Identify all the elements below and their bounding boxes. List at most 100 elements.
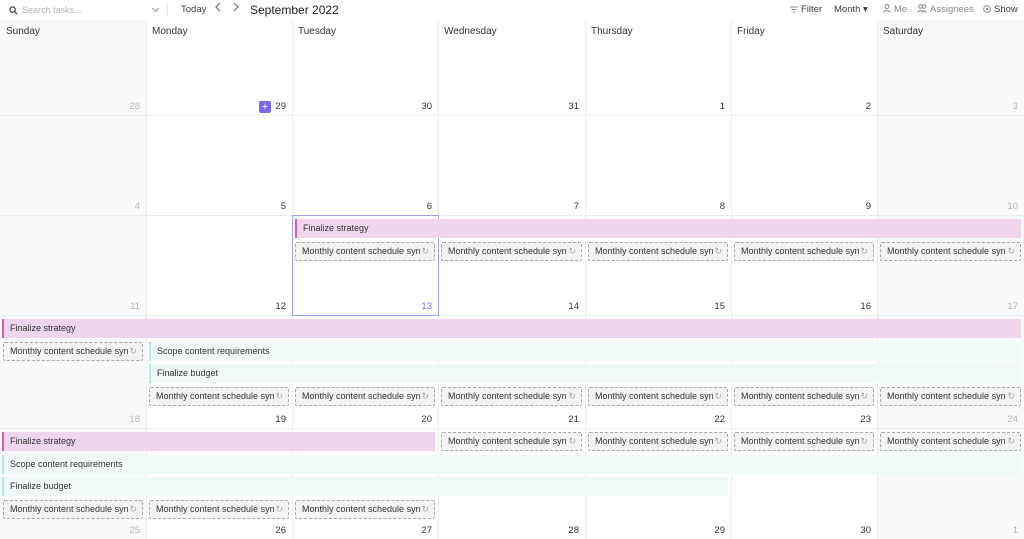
day-cell[interactable] — [731, 115, 877, 215]
day-number: 31 — [568, 101, 579, 112]
task-bar-finalize-strategy[interactable]: Finalize strategy — [2, 319, 1021, 338]
day-number: 30 — [421, 101, 432, 112]
recurring-sync-icon: ↻ — [275, 504, 283, 514]
recurring-sync-icon: ↻ — [421, 246, 429, 256]
recurring-task-chip[interactable]: Monthly content schedule sync ↻ — [880, 387, 1021, 406]
user-icon — [883, 4, 891, 15]
day-number: 13 — [421, 301, 432, 312]
day-cell[interactable] — [877, 115, 1024, 215]
day-number: 27 — [421, 525, 432, 536]
search-input[interactable] — [22, 5, 142, 15]
search-box[interactable] — [8, 3, 160, 17]
show-label: Show — [994, 4, 1018, 15]
task-bar-finalize-strategy[interactable]: Finalize strategy — [295, 219, 1021, 238]
task-name: Monthly content schedule sync — [887, 391, 1005, 401]
recurring-task-chip[interactable]: Monthly content schedule sync ↻ — [588, 432, 728, 451]
filter-label: Filter — [801, 4, 823, 15]
day-number: 1 — [1012, 525, 1018, 536]
assignees-label: Assignees — [930, 4, 974, 15]
month-title: September 2022 — [250, 3, 339, 17]
day-cell[interactable] — [0, 215, 146, 315]
day-number: 25 — [129, 525, 140, 536]
task-name: Monthly content schedule sync — [448, 246, 566, 256]
task-name: Monthly content schedule sync — [887, 436, 1005, 446]
task-name: Monthly content schedule sync — [156, 391, 274, 401]
task-bar-finalize-budget[interactable]: Finalize budget — [149, 364, 1021, 383]
recurring-task-chip[interactable]: Monthly content schedule sync ↻ — [3, 500, 143, 519]
recurring-sync-icon: ↻ — [714, 436, 722, 446]
task-name: Monthly content schedule sync — [741, 391, 859, 401]
recurring-sync-icon: ↻ — [860, 391, 868, 401]
filter-button[interactable]: Filter — [790, 4, 822, 15]
recurring-task-chip[interactable]: Monthly content schedule sync ↻ — [295, 387, 435, 406]
recurring-task-chip[interactable]: Monthly content schedule sync ↻ — [295, 242, 435, 261]
recurring-task-chip[interactable]: Monthly content schedule sync ↻ — [880, 432, 1021, 451]
recurring-task-chip[interactable]: Monthly content schedule sync ↻ — [441, 387, 582, 406]
day-number: 7 — [573, 201, 579, 212]
separator-dot: · — [910, 4, 913, 14]
recurring-task-chip[interactable]: Monthly content schedule sync ↻ — [588, 387, 728, 406]
day-cell[interactable] — [146, 215, 292, 315]
day-number: 20 — [421, 414, 432, 425]
day-number: 3 — [1012, 101, 1018, 112]
day-number: 18 — [129, 414, 140, 425]
recurring-task-chip[interactable]: Monthly content schedule sync ↻ — [880, 242, 1021, 261]
chevron-right-icon[interactable] — [233, 2, 239, 15]
task-name: Monthly content schedule sync — [595, 246, 713, 256]
recurring-sync-icon: ↻ — [421, 504, 429, 514]
chevron-down-icon[interactable] — [151, 6, 160, 15]
recurring-task-chip[interactable]: Monthly content schedule sync ↻ — [734, 387, 874, 406]
day-cell[interactable] — [292, 115, 438, 215]
show-button[interactable]: Show — [983, 4, 1018, 15]
recurring-task-chip[interactable]: Monthly content schedule sync ↻ — [295, 500, 435, 519]
day-cell[interactable] — [0, 115, 146, 215]
recurring-sync-icon: ↻ — [275, 391, 283, 401]
recurring-task-chip[interactable]: Monthly content schedule sync ↻ — [441, 432, 582, 451]
me-filter-button[interactable]: Me — [883, 4, 907, 15]
day-number: 9 — [865, 201, 871, 212]
recurring-task-chip[interactable]: Monthly content schedule sync ↻ — [149, 387, 289, 406]
add-task-button[interactable]: + — [259, 101, 271, 113]
task-name: Monthly content schedule sync — [10, 346, 128, 356]
recurring-task-chip[interactable]: Monthly content schedule sync ↻ — [734, 242, 874, 261]
task-name: Monthly content schedule sync — [302, 246, 420, 256]
recurring-sync-icon: ↻ — [1007, 246, 1015, 256]
today-button[interactable]: Today — [181, 4, 206, 15]
day-cell[interactable] — [438, 115, 585, 215]
eye-icon — [983, 4, 991, 15]
recurring-sync-icon: ↻ — [1007, 436, 1015, 446]
recurring-task-chip[interactable]: Monthly content schedule sync ↻ — [149, 500, 289, 519]
task-name: Monthly content schedule sync — [595, 391, 713, 401]
day-number: 14 — [568, 301, 579, 312]
day-number: 23 — [860, 414, 871, 425]
task-name: Monthly content schedule sync — [741, 436, 859, 446]
search-icon — [8, 5, 18, 15]
recurring-sync-icon: ↻ — [714, 246, 722, 256]
day-cell[interactable] — [146, 115, 292, 215]
day-number: 1 — [719, 101, 725, 112]
day-number: 8 — [719, 201, 725, 212]
recurring-task-chip[interactable]: Monthly content schedule sync ↻ — [734, 432, 874, 451]
assignees-button[interactable]: Assignees — [917, 4, 974, 15]
task-name: Monthly content schedule sync — [887, 246, 1005, 256]
task-name: Monthly content schedule sync — [302, 391, 420, 401]
task-bar-scope-content[interactable]: Scope content requirements — [2, 455, 1021, 474]
view-mode-dropdown[interactable]: Month ▾ — [834, 4, 868, 15]
recurring-task-chip[interactable]: Monthly content schedule sync ↻ — [3, 342, 143, 361]
day-number: 16 — [860, 301, 871, 312]
day-number: 30 — [860, 525, 871, 536]
task-bar-scope-content[interactable]: Scope content requirements — [149, 342, 1021, 361]
task-bar-finalize-budget[interactable]: Finalize budget — [2, 477, 728, 496]
recurring-task-chip[interactable]: Monthly content schedule sync ↻ — [588, 242, 728, 261]
day-number: 29 — [714, 525, 725, 536]
chevron-left-icon[interactable] — [215, 2, 221, 15]
filter-icon — [790, 5, 798, 15]
day-number: 22 — [714, 414, 725, 425]
recurring-task-chip[interactable]: Monthly content schedule sync ↻ — [441, 242, 582, 261]
me-label: Me — [894, 4, 908, 15]
day-number: 24 — [1007, 414, 1018, 425]
day-number: 6 — [426, 201, 432, 212]
day-cell[interactable] — [585, 115, 731, 215]
day-number: 5 — [280, 201, 286, 212]
task-bar-finalize-strategy[interactable]: Finalize strategy — [2, 432, 435, 451]
